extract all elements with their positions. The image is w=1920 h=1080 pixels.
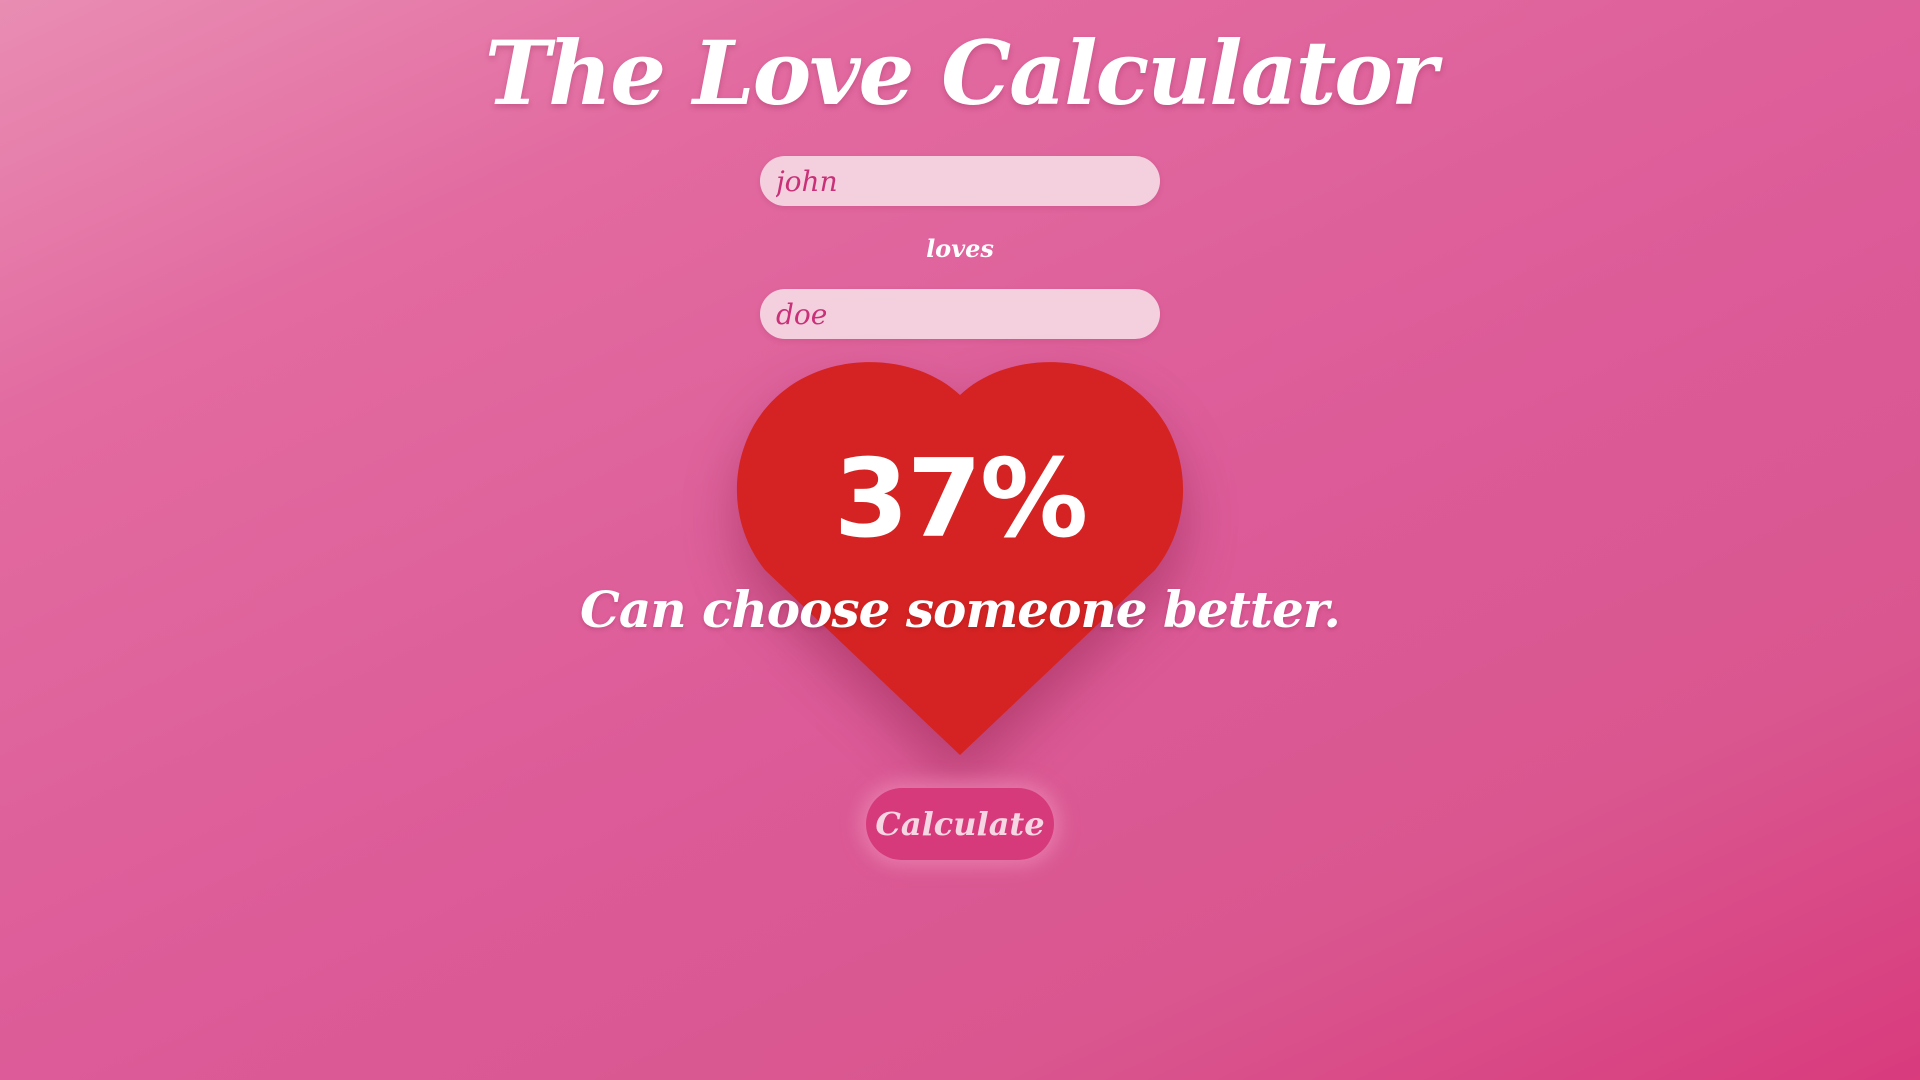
calculate-button[interactable]: Calculate	[866, 788, 1054, 860]
page-title: The Love Calculator	[484, 21, 1438, 125]
result-message: Can choose someone better.	[580, 580, 1341, 639]
first-name-input[interactable]	[760, 156, 1160, 206]
compatibility-percentage: 37%	[833, 437, 1089, 562]
second-name-input[interactable]	[760, 289, 1160, 339]
loves-label: loves	[926, 234, 994, 263]
